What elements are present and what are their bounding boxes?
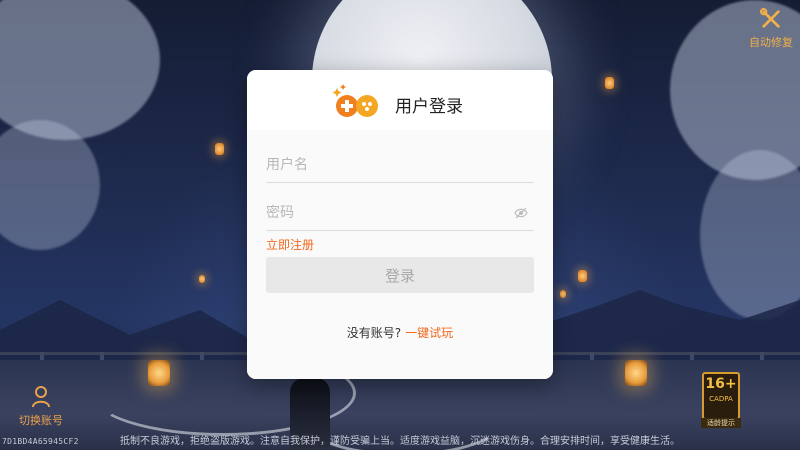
- age-rating: 16+: [705, 376, 737, 392]
- eye-hidden-icon[interactable]: [514, 207, 528, 219]
- switch-account-label: 切换账号: [19, 414, 63, 427]
- auto-repair-label: 自动修复: [749, 36, 793, 49]
- game-controller-logo-icon: [332, 84, 378, 117]
- password-field: [266, 198, 534, 231]
- login-dialog: 用户登录 立即注册 登录 没有账号?一键试玩: [247, 70, 553, 379]
- username-input[interactable]: [266, 150, 496, 180]
- switch-account-icon: [32, 386, 50, 408]
- repair-tools-icon: [760, 8, 780, 28]
- sky-lantern: [560, 290, 566, 298]
- register-link[interactable]: 立即注册: [266, 236, 314, 253]
- stone-lamp-right: [625, 360, 647, 386]
- health-notice: 抵制不良游戏，拒绝盗版游戏。注意自我保护，谨防受骗上当。适度游戏益脑，沉迷游戏伤…: [120, 436, 680, 447]
- sky-lantern: [215, 143, 224, 155]
- quick-play-link[interactable]: 一键试玩: [405, 326, 453, 340]
- auto-repair-button[interactable]: 自动修复: [748, 8, 794, 50]
- switch-account-button[interactable]: 切换账号: [16, 386, 66, 428]
- age-rating-badge: 16+ CADPA 适龄提示: [701, 372, 741, 428]
- sky-lantern: [605, 77, 614, 89]
- password-input[interactable]: [266, 198, 496, 228]
- login-button[interactable]: 登录: [266, 257, 534, 293]
- device-id: 7D1BD4A65945CF2: [2, 437, 79, 446]
- username-field: [266, 150, 534, 183]
- quick-play-row: 没有账号? 一键试玩: [247, 324, 553, 341]
- sky-lantern: [578, 270, 587, 282]
- sky-lantern: [199, 275, 205, 283]
- age-rating-caption: 适龄提示: [701, 418, 741, 428]
- dialog-title: 用户登录: [395, 97, 463, 117]
- age-rating-org: CADPA: [709, 395, 733, 403]
- no-account-text: 没有账号?: [346, 326, 402, 340]
